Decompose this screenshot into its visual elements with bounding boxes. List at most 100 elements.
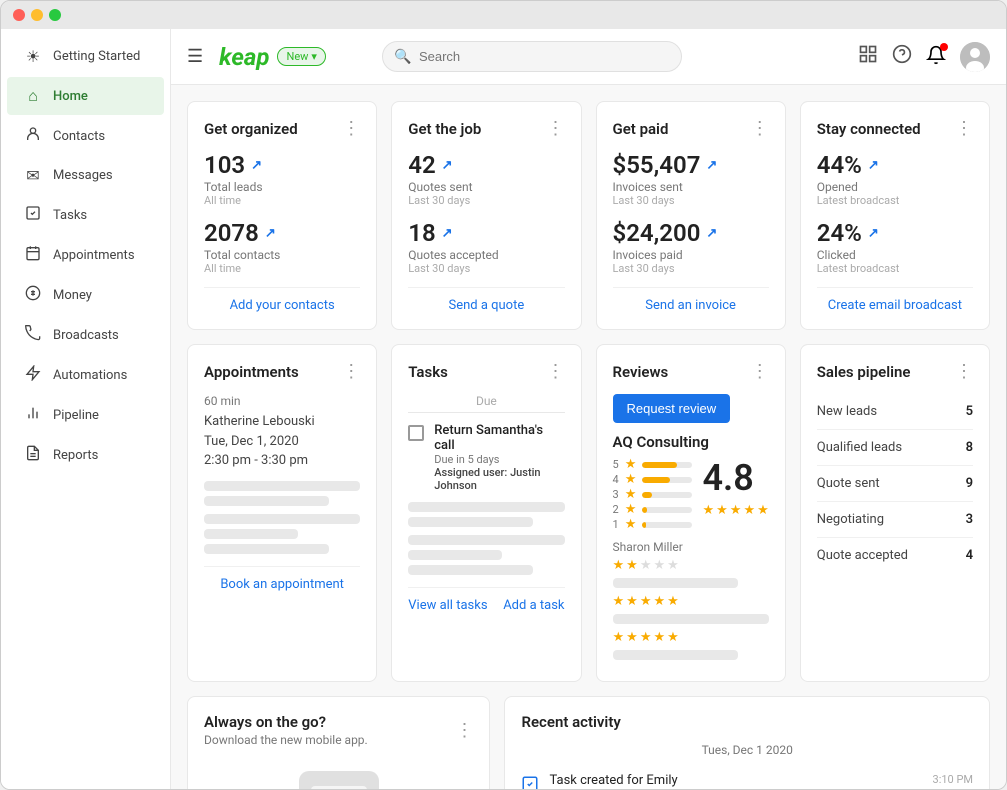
title-bar [1, 1, 1006, 29]
reviews-menu[interactable]: ⋮ [751, 361, 769, 382]
invoices-sent-value: $55,407 ↗ [613, 151, 769, 179]
sidebar-item-money[interactable]: Money [7, 276, 164, 314]
app-content: ☰ keap New ▾ 🔍 [171, 29, 1006, 789]
chevron-down-icon: ▾ [311, 50, 317, 63]
sidebar-item-pipeline[interactable]: Pipeline [7, 396, 164, 434]
mobile-header: Always on the go? Download the new mobil… [204, 713, 473, 747]
activity-1-sub: Schedule a consult with Carl Webster [549, 788, 973, 789]
total-contacts-link[interactable]: ↗ [265, 226, 276, 241]
sidebar-item-reports[interactable]: Reports [7, 436, 164, 474]
sidebar-label-reports: Reports [53, 448, 98, 463]
tasks-menu[interactable]: ⋮ [547, 361, 565, 382]
sidebar-label-broadcasts: Broadcasts [53, 328, 119, 343]
sidebar-label-appointments: Appointments [53, 248, 135, 263]
view-all-tasks-link[interactable]: View all tasks [408, 598, 487, 613]
pipeline-row-qualified-leads: Qualified leads 8 [817, 430, 973, 466]
maximize-dot[interactable] [49, 9, 61, 21]
stay-connected-header: Stay connected ⋮ [817, 118, 973, 139]
opened-link[interactable]: ↗ [868, 158, 879, 173]
reviewer-1-sk [613, 578, 738, 588]
notification-icon[interactable] [926, 45, 946, 69]
total-leads-link[interactable]: ↗ [251, 158, 262, 173]
stay-connected-title: Stay connected [817, 120, 921, 138]
appointments-card: Appointments ⋮ 60 min Katherine Lebouski… [187, 344, 377, 682]
invoices-paid-link[interactable]: ↗ [706, 226, 717, 241]
skeleton-2 [204, 496, 329, 506]
task-sk-3 [408, 535, 564, 545]
create-broadcast-link[interactable]: Create email broadcast [817, 287, 973, 313]
tasks-title: Tasks [408, 363, 448, 381]
sidebar-item-home[interactable]: ⌂ Home [7, 77, 164, 115]
activity-1-time: 3:10 PM [933, 773, 973, 788]
task-checkbox[interactable] [408, 425, 424, 441]
get-organized-menu[interactable]: ⋮ [342, 118, 360, 139]
quotes-sent-link[interactable]: ↗ [442, 158, 453, 173]
send-quote-link[interactable]: Send a quote [408, 287, 564, 313]
sales-pipeline-card: Sales pipeline ⋮ New leads 5 Qualified l… [800, 344, 990, 682]
star-icon: ★ [625, 457, 637, 472]
task-sk-5 [408, 565, 533, 575]
close-dot[interactable] [13, 9, 25, 21]
book-appointment-link[interactable]: Book an appointment [204, 566, 360, 592]
appt-time: 2:30 pm - 3:30 pm [204, 451, 360, 471]
sidebar-item-messages[interactable]: ✉ Messages [7, 157, 164, 194]
star-2: ★ [716, 503, 728, 518]
get-paid-menu[interactable]: ⋮ [751, 118, 769, 139]
sidebar-item-automations[interactable]: Automations [7, 356, 164, 394]
sidebar-item-tasks[interactable]: Tasks [7, 196, 164, 234]
reviewer-2-stars: ★ ★ ★ ★ ★ [613, 594, 769, 609]
activity-title: Recent activity [521, 713, 620, 731]
get-paid-header: Get paid ⋮ [613, 118, 769, 139]
mobile-subtitle: Download the new mobile app. [204, 733, 368, 747]
clicked-value: 24% ↗ [817, 219, 973, 247]
sidebar-label-money: Money [53, 288, 92, 303]
sidebar-item-broadcasts[interactable]: Broadcasts [7, 316, 164, 354]
grid-icon[interactable] [858, 44, 878, 69]
phone-container: k [204, 759, 473, 789]
hamburger-menu[interactable]: ☰ [187, 46, 203, 67]
star-icon: ★ [625, 487, 637, 502]
sidebar-item-contacts[interactable]: Contacts [7, 117, 164, 155]
reports-icon [23, 445, 43, 465]
sidebar-label-messages: Messages [53, 168, 113, 183]
quote-sent-label: Quote sent [817, 476, 880, 491]
quotes-sent-value: 42 ↗ [408, 151, 564, 179]
quotes-accepted-link[interactable]: ↗ [442, 226, 453, 241]
search-input[interactable] [382, 41, 682, 72]
new-badge[interactable]: New ▾ [277, 47, 325, 66]
sidebar-item-appointments[interactable]: Appointments [7, 236, 164, 274]
opened-block: 44% ↗ Opened Latest broadcast [817, 151, 973, 207]
notification-dot [940, 43, 948, 51]
quote-accepted-label: Quote accepted [817, 548, 908, 563]
help-icon[interactable] [892, 44, 912, 69]
quote-sent-count: 9 [966, 476, 973, 491]
recent-activity-card: Recent activity Tues, Dec 1 2020 Task cr… [504, 696, 990, 789]
broadcast-icon [23, 325, 43, 345]
sun-icon: ☀ [23, 47, 43, 66]
search-icon: 🔍 [394, 49, 411, 65]
send-invoice-link[interactable]: Send an invoice [613, 287, 769, 313]
stay-connected-menu[interactable]: ⋮ [955, 118, 973, 139]
money-icon [23, 285, 43, 305]
sidebar-item-getting-started[interactable]: ☀ Getting Started [7, 38, 164, 75]
star-3: ★ [730, 503, 742, 518]
get-job-menu[interactable]: ⋮ [547, 118, 565, 139]
pipeline-row-new-leads: New leads 5 [817, 394, 973, 430]
invoices-sent-link[interactable]: ↗ [706, 158, 717, 173]
appointments-menu[interactable]: ⋮ [342, 361, 360, 382]
clicked-link[interactable]: ↗ [868, 226, 879, 241]
avatar[interactable] [960, 42, 990, 72]
request-review-button[interactable]: Request review [613, 394, 731, 423]
appt-name: Katherine Lebouski [204, 412, 360, 432]
mobile-menu[interactable]: ⋮ [455, 720, 473, 741]
add-contacts-link[interactable]: Add your contacts [204, 287, 360, 313]
pipeline-menu[interactable]: ⋮ [955, 361, 973, 382]
skeleton-3 [204, 514, 360, 524]
invoices-sent-block: $55,407 ↗ Invoices sent Last 30 days [613, 151, 769, 207]
add-task-link[interactable]: Add a task [503, 598, 564, 613]
review-company: AQ Consulting [613, 433, 769, 451]
pipeline-icon [23, 405, 43, 425]
minimize-dot[interactable] [31, 9, 43, 21]
get-paid-card: Get paid ⋮ $55,407 ↗ Invoices sent Last … [596, 101, 786, 330]
star-5: ★ [757, 503, 769, 518]
